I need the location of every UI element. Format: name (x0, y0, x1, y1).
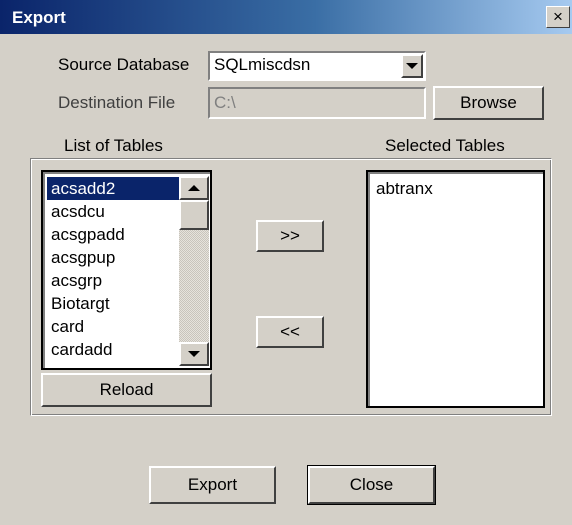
chevron-down-icon (406, 63, 418, 69)
arrow-down-icon (188, 351, 200, 357)
export-button[interactable]: Export (149, 466, 276, 504)
reload-button[interactable]: Reload (41, 373, 212, 407)
scroll-thumb[interactable] (179, 200, 209, 230)
window-title: Export (12, 8, 66, 27)
remove-from-selected-button[interactable]: << (256, 316, 324, 348)
list-item[interactable]: acsadd2 (47, 177, 180, 200)
title-bar: Export × (0, 0, 572, 34)
list-item[interactable]: acsgpup (47, 246, 180, 269)
list-item[interactable]: Biotargt (47, 292, 180, 315)
arrow-up-icon (188, 185, 200, 191)
list-item[interactable]: acsgpadd (47, 223, 180, 246)
source-database-label: Source Database (58, 55, 190, 74)
selected-list: abtranx (372, 177, 541, 200)
source-database-combobox[interactable]: SQLmiscdsn (208, 51, 426, 81)
list-scrollbar[interactable] (179, 176, 209, 366)
source-database-value: SQLmiscdsn (214, 55, 311, 74)
selected-tables-listbox[interactable]: abtranx (366, 170, 545, 408)
scroll-down-button[interactable] (179, 342, 209, 366)
list-item[interactable]: card (47, 315, 180, 338)
list-item[interactable]: cardadd (47, 338, 180, 361)
scroll-up-button[interactable] (179, 176, 209, 200)
table-list: acsadd2 acsdcu acsgpadd acsgpup acsgrp B… (47, 177, 180, 361)
list-item[interactable]: abtranx (372, 177, 541, 200)
destination-file-field[interactable]: C:\ (208, 87, 426, 119)
destination-file-value: C:\ (214, 93, 236, 112)
source-database-dropdown-button[interactable] (401, 54, 423, 78)
listbox-frame: abtranx (368, 172, 543, 406)
close-button[interactable]: Close (307, 465, 436, 505)
list-of-tables-header: List of Tables (64, 136, 163, 155)
list-item[interactable]: acsdcu (47, 200, 180, 223)
destination-file-label: Destination File (58, 93, 176, 112)
selected-tables-header: Selected Tables (385, 136, 505, 155)
close-icon[interactable]: × (546, 6, 570, 28)
browse-button[interactable]: Browse (433, 86, 544, 120)
add-to-selected-button[interactable]: >> (256, 220, 324, 252)
list-of-tables-listbox[interactable]: acsadd2 acsdcu acsgpadd acsgpup acsgrp B… (41, 170, 212, 370)
listbox-frame: acsadd2 acsdcu acsgpadd acsgpup acsgrp B… (43, 172, 210, 368)
list-item[interactable]: acsgrp (47, 269, 180, 292)
